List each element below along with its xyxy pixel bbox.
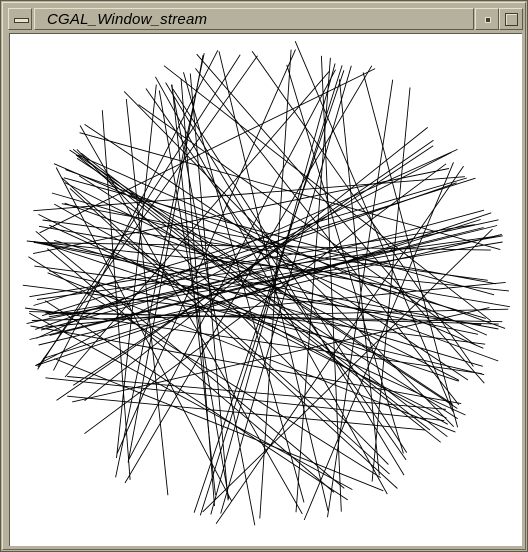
window-title: CGAL_Window_stream bbox=[47, 11, 208, 28]
minimize-button[interactable] bbox=[475, 8, 499, 30]
minimize-icon bbox=[485, 17, 491, 23]
segment-line bbox=[37, 55, 258, 368]
segment-line bbox=[28, 256, 381, 478]
segment-line bbox=[123, 91, 455, 428]
segment-line bbox=[34, 151, 452, 367]
maximize-icon bbox=[505, 13, 518, 26]
segment-line bbox=[320, 55, 342, 512]
segment-line bbox=[183, 72, 305, 503]
title-drag-area[interactable]: CGAL_Window_stream bbox=[34, 8, 474, 30]
segment-line bbox=[39, 68, 376, 234]
segment-line bbox=[54, 358, 384, 492]
segment-line bbox=[145, 88, 407, 461]
menu-bar-icon bbox=[14, 18, 29, 23]
maximize-button[interactable] bbox=[499, 8, 523, 30]
segment-line bbox=[28, 312, 353, 490]
title-bar[interactable]: CGAL_Window_stream bbox=[8, 8, 523, 30]
window-menu-button[interactable] bbox=[8, 8, 32, 30]
segments-plot bbox=[22, 41, 510, 526]
segment-line bbox=[76, 149, 389, 465]
drawing-canvas[interactable] bbox=[9, 33, 522, 546]
segment-line bbox=[362, 72, 459, 428]
app-window: CGAL_Window_stream bbox=[0, 0, 528, 552]
